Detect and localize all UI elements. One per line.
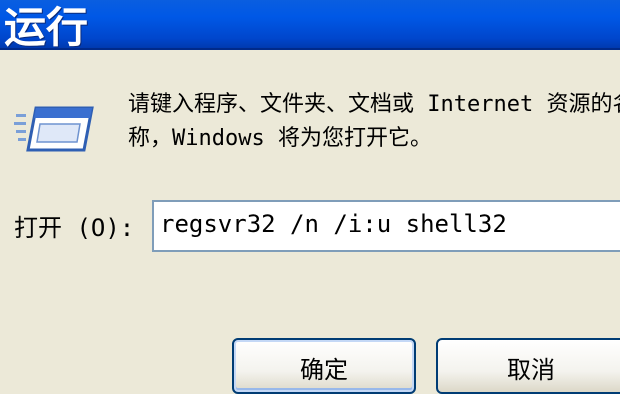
open-accel: (O):: [76, 214, 135, 242]
ok-button[interactable]: 确定: [232, 338, 416, 394]
title-bar[interactable]: 运行: [0, 0, 620, 52]
description-line-2: 称，Windows 将为您打开它。: [128, 126, 432, 151]
run-description: 请键入程序、文件夹、文档或 Internet 资源的名 称，Windows 将为…: [128, 88, 620, 156]
command-input-value[interactable]: regsvr32 /n /i:u shell32: [160, 210, 507, 238]
description-line-1: 请键入程序、文件夹、文档或 Internet 资源的名: [128, 92, 620, 117]
window-title: 运行: [4, 3, 89, 52]
open-label-text: 打开: [14, 214, 62, 242]
open-label: 打开 (O):: [14, 208, 134, 243]
cancel-button[interactable]: 取消: [436, 338, 620, 394]
run-program-icon: [14, 106, 94, 152]
command-input[interactable]: regsvr32 /n /i:u shell32: [152, 200, 620, 252]
